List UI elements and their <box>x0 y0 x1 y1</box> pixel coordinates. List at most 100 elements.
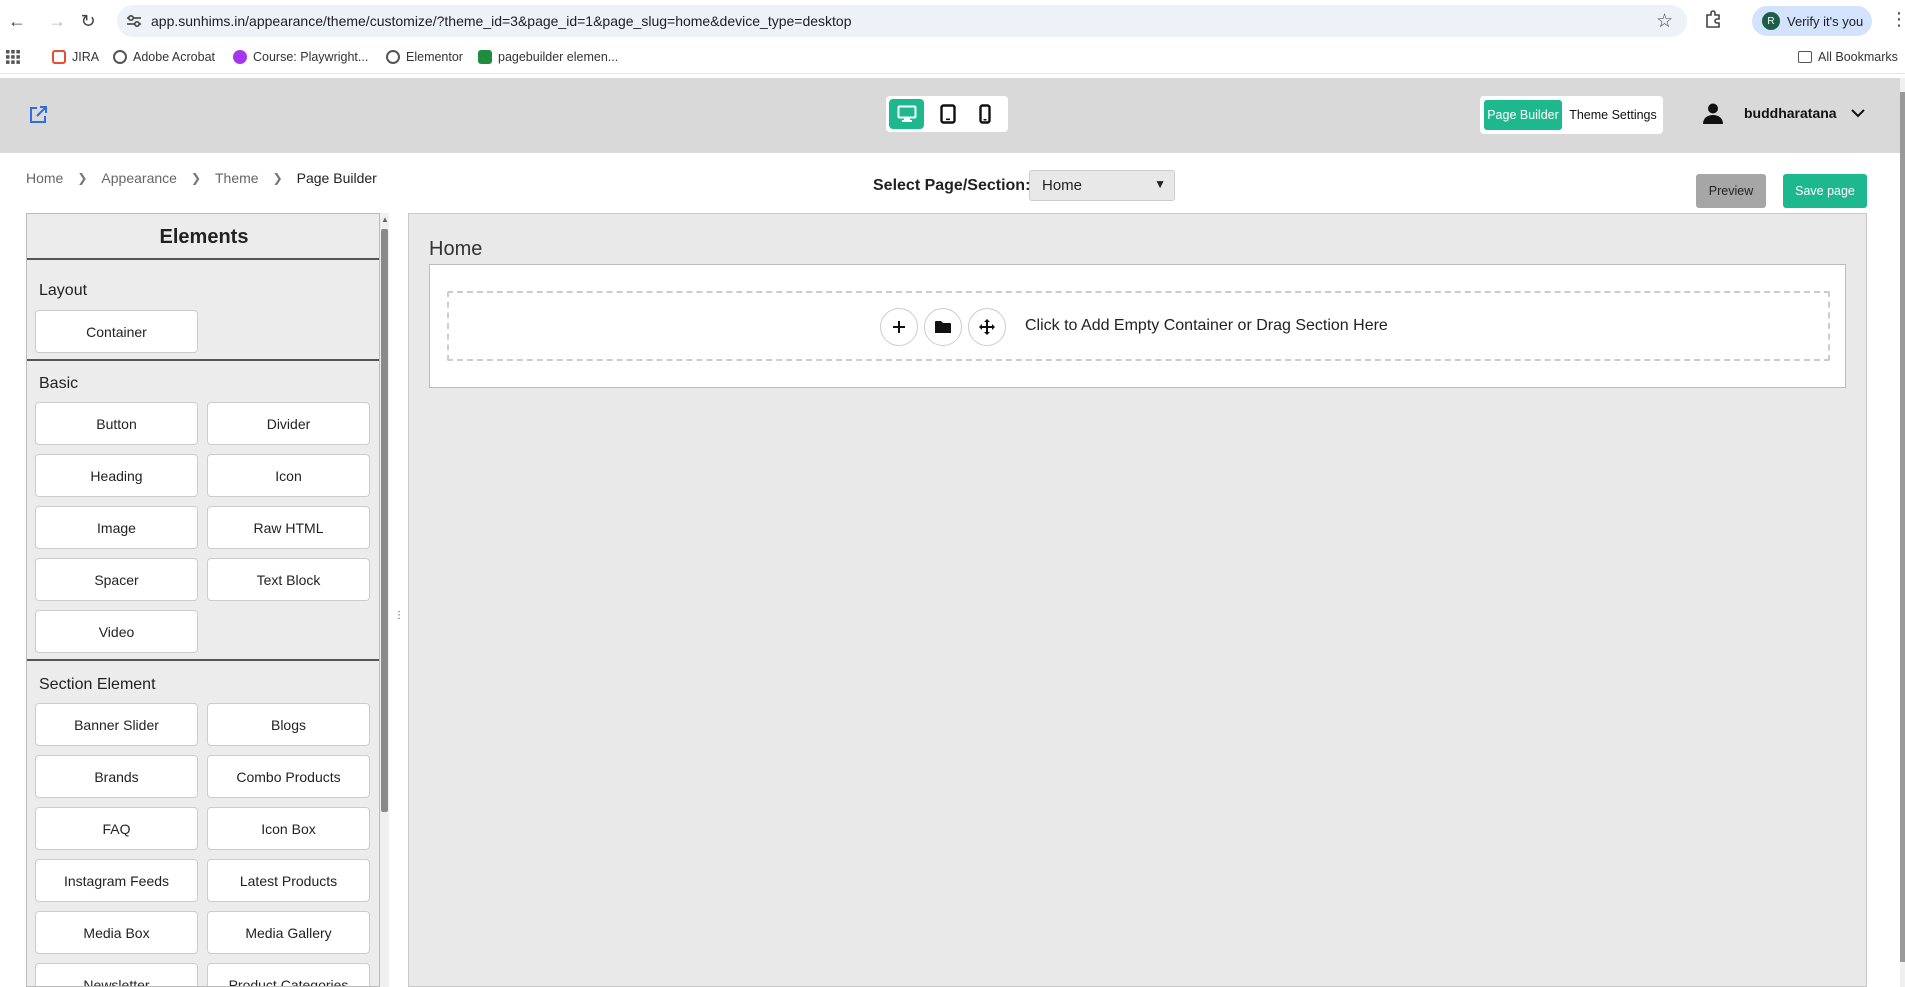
section-element-heading: Section Element <box>39 676 156 693</box>
breadcrumb-theme[interactable]: Theme <box>215 170 259 186</box>
add-container-button[interactable] <box>880 308 918 346</box>
element-button[interactable]: Button <box>35 402 198 445</box>
element-heading[interactable]: Heading <box>35 454 198 497</box>
element-blogs[interactable]: Blogs <box>207 703 370 746</box>
section-basic-heading: Basic <box>39 375 79 392</box>
breadcrumb-current: Page Builder <box>296 170 377 186</box>
scroll-up-icon[interactable]: ▲ <box>381 215 389 224</box>
user-menu[interactable]: buddharatana <box>1702 102 1865 124</box>
element-newsletter[interactable]: Newsletter <box>35 963 198 986</box>
element-icon-box[interactable]: Icon Box <box>207 807 370 850</box>
element-spacer[interactable]: Spacer <box>35 558 198 601</box>
globe-icon <box>386 50 400 64</box>
udemy-icon <box>233 50 247 64</box>
element-faq[interactable]: FAQ <box>35 807 198 850</box>
tab-theme-settings[interactable]: Theme Settings <box>1568 100 1658 130</box>
back-icon[interactable]: ← <box>6 10 28 32</box>
folder-icon <box>935 321 951 333</box>
element-image[interactable]: Image <box>35 506 198 549</box>
move-icon <box>979 319 995 335</box>
element-media-box[interactable]: Media Box <box>35 911 198 954</box>
breadcrumb-appearance[interactable]: Appearance <box>101 170 177 186</box>
browser-toolbar: ← → ↻ app.sunhims.in/appearance/theme/cu… <box>0 0 1905 42</box>
divider <box>27 359 379 361</box>
external-link-icon[interactable] <box>28 105 48 125</box>
bookmark-star-icon[interactable]: ☆ <box>1656 10 1673 33</box>
desktop-view-button[interactable] <box>889 99 924 129</box>
profile-verify-chip[interactable]: R Verify it's you <box>1752 6 1872 36</box>
chevron-down-icon: ▼ <box>1154 177 1166 191</box>
globe-icon <box>113 50 127 64</box>
chevron-right-icon: ❯ <box>77 171 88 185</box>
url-text[interactable]: app.sunhims.in/appearance/theme/customiz… <box>151 13 852 29</box>
app-header: Page Builder Theme Settings buddharatana <box>0 78 1900 153</box>
element-banner-slider[interactable]: Banner Slider <box>35 703 198 746</box>
element-combo-products[interactable]: Combo Products <box>207 755 370 798</box>
device-switcher <box>886 96 1008 132</box>
gmail-icon <box>52 50 66 64</box>
chevron-down-icon <box>1850 109 1865 118</box>
page-select-value: Home <box>1042 177 1083 194</box>
save-page-button[interactable]: Save page <box>1783 174 1867 208</box>
address-bar[interactable]: app.sunhims.in/appearance/theme/customiz… <box>117 5 1687 37</box>
forward-icon[interactable]: → <box>46 10 68 32</box>
section-layout-heading: Layout <box>39 282 88 299</box>
mobile-view-button[interactable] <box>967 99 1002 129</box>
verify-label: Verify it's you <box>1787 13 1864 29</box>
element-latest-products[interactable]: Latest Products <box>207 859 370 902</box>
user-icon <box>1703 103 1723 124</box>
divider <box>27 659 379 661</box>
tablet-view-button[interactable] <box>930 99 965 129</box>
element-container[interactable]: Container <box>35 310 198 353</box>
desktop-icon <box>897 105 916 122</box>
tablet-icon <box>939 104 956 124</box>
builder-canvas: Home Click to Add Empty Container or Dra… <box>408 213 1867 987</box>
breadcrumb: Home ❯ Appearance ❯ Theme ❯ Page Builder <box>26 170 377 186</box>
mode-tabs: Page Builder Theme Settings <box>1480 96 1663 134</box>
element-instagram-feeds[interactable]: Instagram Feeds <box>35 859 198 902</box>
page-container: Click to Add Empty Container or Drag Sec… <box>429 264 1846 388</box>
bookmarks-bar: JIRA Adobe Acrobat Course: Playwright...… <box>0 42 1905 74</box>
folder-icon <box>1798 51 1812 63</box>
bookmark-jira[interactable]: JIRA <box>52 50 99 64</box>
page-section-select[interactable]: Home ▼ <box>1029 170 1175 201</box>
plus-icon <box>893 321 905 333</box>
site-settings-icon[interactable] <box>125 12 143 30</box>
sheets-icon <box>478 50 492 64</box>
resize-handle-icon[interactable]: ⋮ <box>394 610 404 621</box>
element-divider[interactable]: Divider <box>207 402 370 445</box>
drop-zone-text: Click to Add Empty Container or Drag Sec… <box>1025 317 1388 334</box>
element-icon[interactable]: Icon <box>207 454 370 497</box>
preview-button[interactable]: Preview <box>1696 174 1766 208</box>
elements-panel: Elements Layout Container Basic Button D… <box>26 213 380 987</box>
page-scrollbar-thumb[interactable] <box>1900 92 1905 962</box>
chevron-right-icon: ❯ <box>272 171 283 185</box>
sidebar-scrollbar-thumb[interactable] <box>381 229 388 812</box>
element-media-gallery[interactable]: Media Gallery <box>207 911 370 954</box>
element-video[interactable]: Video <box>35 610 198 653</box>
browser-menu-icon[interactable]: ⋮ <box>1890 9 1905 30</box>
element-text-block[interactable]: Text Block <box>207 558 370 601</box>
elements-title: Elements <box>27 214 379 260</box>
bookmark-course-playwright[interactable]: Course: Playwright... <box>233 50 368 64</box>
all-bookmarks[interactable]: All Bookmarks <box>1798 50 1898 64</box>
mobile-icon <box>978 104 991 124</box>
canvas-page-title: Home <box>429 238 483 260</box>
chevron-right-icon: ❯ <box>190 171 201 185</box>
bookmark-elementor[interactable]: Elementor <box>386 50 463 64</box>
bookmark-pagebuilder[interactable]: pagebuilder elemen... <box>478 50 618 64</box>
open-template-button[interactable] <box>924 308 962 346</box>
reload-icon[interactable]: ↻ <box>77 10 99 32</box>
bookmark-adobe-acrobat[interactable]: Adobe Acrobat <box>113 50 215 64</box>
breadcrumb-home[interactable]: Home <box>26 170 63 186</box>
extensions-icon[interactable] <box>1702 9 1724 31</box>
element-brands[interactable]: Brands <box>35 755 198 798</box>
element-product-categories[interactable]: Product Categories <box>207 963 370 986</box>
select-page-label: Select Page/Section: <box>873 177 1031 194</box>
tab-page-builder[interactable]: Page Builder <box>1484 100 1562 130</box>
drop-zone[interactable]: Click to Add Empty Container or Drag Sec… <box>447 291 1830 361</box>
drag-section-button[interactable] <box>968 308 1006 346</box>
apps-grid-icon[interactable] <box>6 50 20 64</box>
element-raw-html[interactable]: Raw HTML <box>207 506 370 549</box>
avatar: R <box>1762 12 1780 30</box>
